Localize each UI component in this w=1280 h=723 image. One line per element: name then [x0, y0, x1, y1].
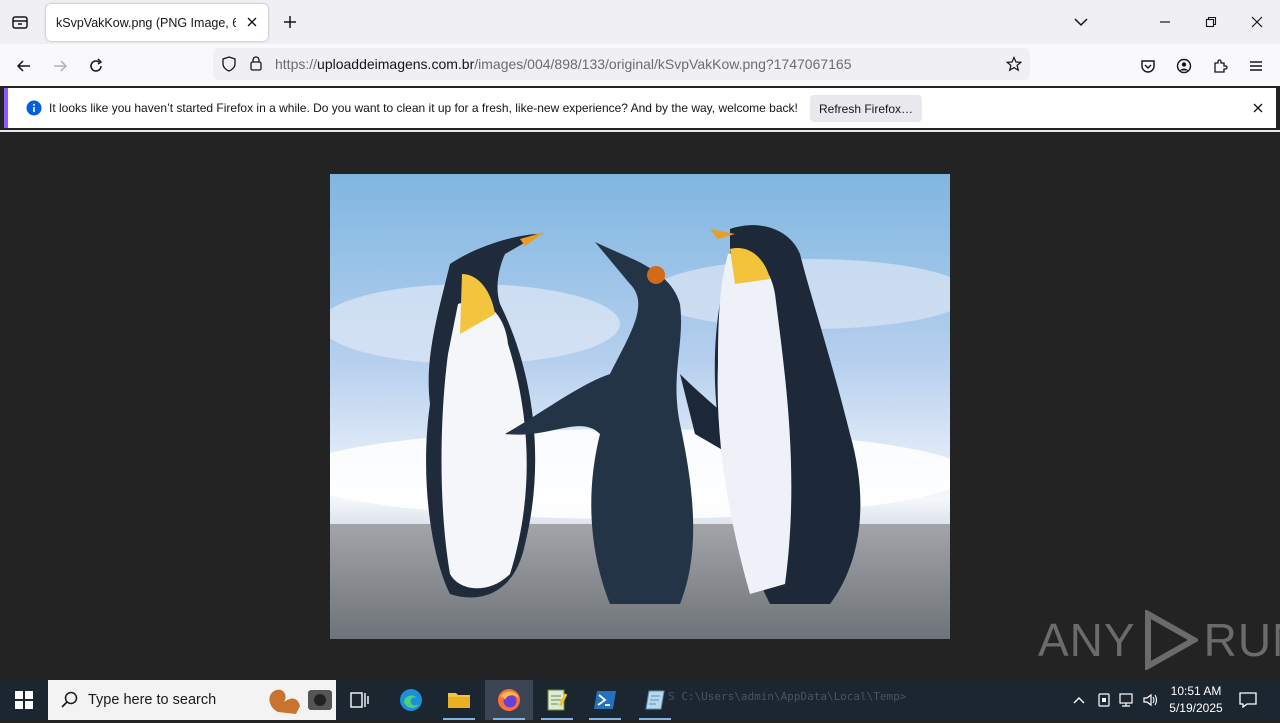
back-button[interactable] [10, 52, 38, 80]
url-text[interactable]: https://uploaddeimagens.com.br/images/00… [275, 56, 852, 72]
account-icon [1176, 58, 1192, 74]
tracking-protection-shield-icon[interactable] [221, 56, 237, 77]
penguins-image[interactable] [330, 174, 950, 639]
firefox-icon [498, 689, 520, 711]
file-explorer-taskbar-button[interactable] [435, 680, 483, 720]
notification-message: It looks like you haven’t started Firefo… [49, 101, 798, 115]
tab-active[interactable]: kSvpVakKow.png (PNG Image, 620 [46, 4, 268, 41]
close-icon [247, 17, 257, 27]
pocket-icon [1141, 60, 1155, 73]
clock-time: 10:51 AM [1170, 684, 1222, 698]
chevron-up-icon [1073, 697, 1085, 704]
plus-icon [284, 16, 296, 28]
star-icon[interactable] [1005, 56, 1023, 77]
close-icon [1253, 103, 1263, 113]
show-hidden-icons-button[interactable] [1068, 680, 1090, 720]
clock-date: 5/19/2025 [1169, 701, 1223, 715]
watermark-right: RUN [1203, 614, 1280, 666]
taskbar-search-box[interactable]: Type here to search [48, 680, 336, 720]
tab-strip: kSvpVakKow.png (PNG Image, 620 [0, 0, 1280, 44]
task-view-icon [350, 692, 369, 708]
firefox-view-button[interactable] [8, 10, 32, 34]
notifications-button[interactable] [1234, 680, 1262, 720]
tab-close-button[interactable] [244, 14, 260, 30]
search-placeholder: Type here to search [88, 692, 217, 708]
hamburger-icon [1250, 61, 1262, 71]
powershell-taskbar-button[interactable] [581, 680, 629, 720]
firefox-taskbar-button[interactable] [485, 680, 533, 720]
notification-icon [1239, 692, 1257, 708]
watermark-left: ANY [1038, 614, 1136, 666]
notification-close-button[interactable] [1250, 100, 1266, 116]
lock-icon[interactable] [249, 55, 263, 76]
play-logo-icon [1144, 610, 1198, 670]
minimize-icon [1160, 21, 1170, 23]
close-window-button[interactable] [1234, 0, 1280, 44]
minimize-button[interactable] [1142, 0, 1188, 44]
edge-icon [400, 689, 422, 711]
refresh-firefox-button[interactable]: Refresh Firefox… [810, 95, 922, 122]
reload-icon [90, 58, 103, 72]
device-icon [1098, 693, 1110, 707]
search-icon [61, 691, 79, 714]
notepad-taskbar-button[interactable] [533, 680, 581, 720]
edge-taskbar-button[interactable] [387, 680, 435, 720]
new-tab-button[interactable] [279, 11, 301, 33]
chevron-down-icon [1074, 18, 1088, 27]
notepad-icon [547, 689, 568, 711]
puzzle-icon [1214, 59, 1228, 73]
network-icon [1119, 693, 1133, 707]
speaker-icon [1143, 693, 1158, 707]
reload-button[interactable] [82, 52, 110, 80]
firefox-view-icon [12, 16, 28, 29]
account-button[interactable] [1170, 52, 1198, 80]
app-menu-button[interactable] [1242, 52, 1270, 80]
restore-button[interactable] [1188, 0, 1234, 44]
tray-device-button[interactable] [1093, 680, 1115, 720]
volume-button[interactable] [1140, 680, 1162, 720]
network-button[interactable] [1116, 680, 1138, 720]
pocket-button[interactable] [1134, 52, 1162, 80]
url-bar[interactable]: https://uploaddeimagens.com.br/images/00… [213, 48, 1030, 80]
task-view-button[interactable] [336, 680, 384, 720]
close-icon [1251, 16, 1263, 28]
folder-icon [448, 693, 470, 708]
forward-button[interactable] [46, 52, 74, 80]
anyrun-watermark: ANY RUN [1038, 608, 1280, 672]
tab-title: kSvpVakKow.png (PNG Image, 620 [56, 15, 236, 30]
url-scheme: https:// [275, 56, 318, 72]
squirrel-search-highlight-icon [258, 682, 334, 723]
info-icon [26, 100, 42, 116]
restore-icon [1205, 16, 1217, 28]
taskbar-clock[interactable]: 10:51 AM 5/19/2025 [1160, 683, 1232, 717]
extensions-button[interactable] [1206, 52, 1234, 80]
refresh-firefox-notification: It looks like you haven’t started Firefo… [4, 88, 1276, 128]
arrow-left-icon [16, 60, 30, 72]
terminal-ghost-text: S C:\Users\admin\AppData\Local\Temp> [668, 690, 907, 703]
app-window-icon [645, 690, 665, 710]
url-path: /images/004/898/133/original/kSvpVakKow.… [474, 56, 852, 72]
start-button[interactable] [0, 680, 48, 720]
arrow-right-icon [54, 60, 68, 72]
powershell-icon [594, 691, 616, 709]
list-all-tabs-button[interactable] [1070, 11, 1092, 33]
url-host: uploaddeimagens.com.br [317, 56, 475, 72]
windows-logo-icon [15, 691, 33, 709]
windows-taskbar: Type here to search S C:\Users\admin\App… [0, 680, 1280, 720]
